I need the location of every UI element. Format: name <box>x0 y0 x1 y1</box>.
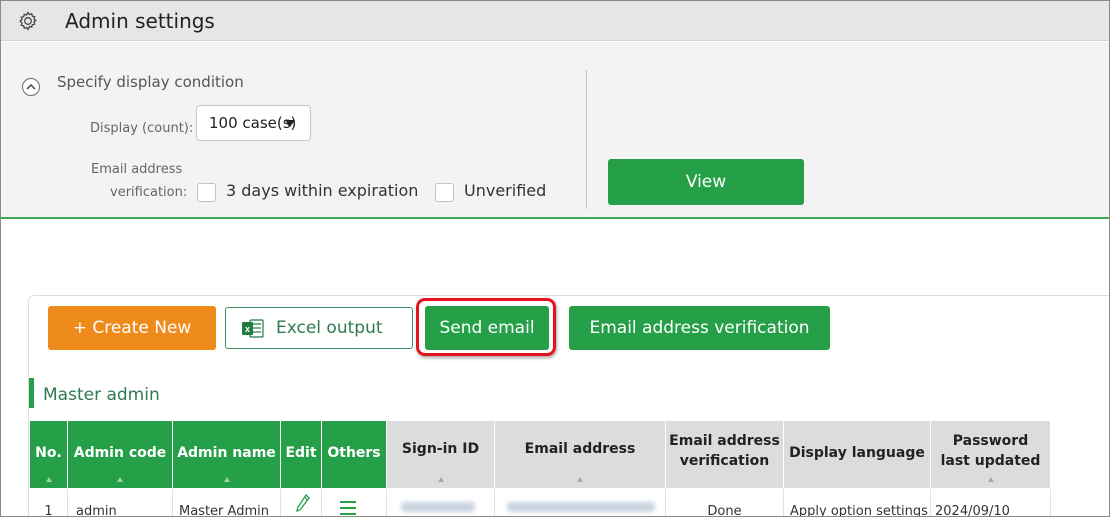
page-title: Admin settings <box>65 9 215 33</box>
section-title: Master admin <box>43 385 160 405</box>
create-new-button[interactable]: + Create New <box>48 306 216 350</box>
sort-icon <box>117 477 123 482</box>
cell-email-address <box>495 489 666 516</box>
email-verification-label: Email address <box>91 162 183 177</box>
menu-icon[interactable] <box>340 501 356 516</box>
excel-output-button[interactable]: x Excel output <box>225 307 413 349</box>
col-header-display-language[interactable]: Display language <box>784 421 931 488</box>
sort-icon <box>223 477 230 482</box>
cell-admin-code: admin <box>68 489 173 517</box>
col-header-no-label: No. <box>35 445 62 461</box>
excel-output-label: Excel output <box>276 318 383 338</box>
sort-icon <box>577 477 583 482</box>
cell-admin-code-text: admin <box>76 504 117 517</box>
dropdown-arrow-icon <box>285 120 295 127</box>
col-header-admin-name[interactable]: Admin name <box>173 421 281 488</box>
col-header-password-updated-line1: Password <box>952 433 1029 449</box>
expiration-checkbox[interactable] <box>197 183 216 202</box>
col-header-email-address-label: Email address <box>524 441 636 457</box>
col-header-admin-code-label: Admin code <box>73 445 167 461</box>
cell-admin-name: Master Admin <box>173 489 281 517</box>
pencil-icon[interactable] <box>295 493 311 513</box>
display-count-label: Display (count): <box>90 121 194 136</box>
cell-admin-name-text: Master Admin <box>179 504 269 517</box>
col-header-email-verification-label: Email address verification <box>666 431 783 471</box>
sort-icon <box>437 477 444 482</box>
col-header-edit: Edit <box>281 421 322 488</box>
vertical-divider <box>586 70 587 209</box>
cell-password-updated-text: 2024/09/10 11:43 <box>935 504 1010 517</box>
display-count-select[interactable]: 100 case(s) <box>196 105 311 141</box>
cell-no-text: 1 <box>44 504 53 517</box>
cell-no: 1 <box>30 489 68 517</box>
redacted-email-address <box>507 502 655 512</box>
cell-display-language-text: Apply option settings <box>790 504 928 517</box>
cell-edit <box>281 489 322 516</box>
col-header-admin-code[interactable]: Admin code <box>68 421 173 488</box>
col-header-email-verification-line1: Email address <box>669 433 780 449</box>
gear-icon <box>19 11 37 31</box>
svg-text:x: x <box>245 324 250 334</box>
col-header-password-updated-line2: last updated <box>940 453 1041 469</box>
display-condition-header: Specify display condition <box>57 73 244 91</box>
col-header-display-language-label: Display language <box>789 445 925 461</box>
col-header-others: Others <box>322 421 387 488</box>
section-accent-bar <box>29 378 34 408</box>
cell-others <box>322 489 387 516</box>
col-header-password-updated-label: Password last updated <box>931 431 1050 471</box>
excel-icon: x <box>242 319 264 338</box>
highlight-box <box>416 298 556 356</box>
admin-settings-window: Admin settings Specify display condition… <box>0 0 1110 517</box>
title-bar: Admin settings <box>1 1 1109 41</box>
display-condition-panel: Specify display condition Display (count… <box>1 42 1109 219</box>
col-header-sign-in-id[interactable]: Sign-in ID <box>387 421 495 488</box>
cell-display-language: Apply option settings <box>784 489 931 517</box>
cell-password-updated: 2024/09/10 11:43 <box>931 489 1051 517</box>
chevron-up-icon <box>26 83 36 90</box>
unverified-checkbox-label[interactable]: Unverified <box>464 181 546 200</box>
col-header-email-verification-line2: verification <box>679 453 770 469</box>
redacted-sign-in-id <box>401 502 475 512</box>
cell-email-verification: Done <box>666 489 784 517</box>
col-header-admin-name-label: Admin name <box>177 445 276 461</box>
col-header-sign-in-id-label: Sign-in ID <box>401 441 480 457</box>
unverified-checkbox[interactable] <box>435 183 454 202</box>
col-header-others-label: Others <box>327 445 381 461</box>
display-count-value: 100 case(s) <box>209 114 297 132</box>
sort-icon <box>987 477 994 482</box>
view-button[interactable]: View <box>608 159 804 205</box>
email-address-verification-button[interactable]: Email address verification <box>569 306 830 350</box>
email-verification-label-line2: verification: <box>110 185 188 200</box>
col-header-password-updated[interactable]: Password last updated <box>931 421 1051 488</box>
col-header-edit-label: Edit <box>285 445 317 461</box>
col-header-no[interactable]: No. <box>30 421 68 488</box>
table-row[interactable]: 1 admin Master Admin Done Apply option s… <box>30 489 1109 517</box>
col-header-email-verification[interactable]: Email address verification <box>666 421 784 488</box>
expiration-checkbox-label[interactable]: 3 days within expiration <box>226 181 418 200</box>
cell-sign-in-id <box>387 489 495 516</box>
cell-email-verification-text: Done <box>707 504 742 517</box>
col-header-email-address[interactable]: Email address <box>495 421 666 488</box>
sort-icon <box>45 477 52 482</box>
collapse-toggle-button[interactable] <box>22 78 40 96</box>
